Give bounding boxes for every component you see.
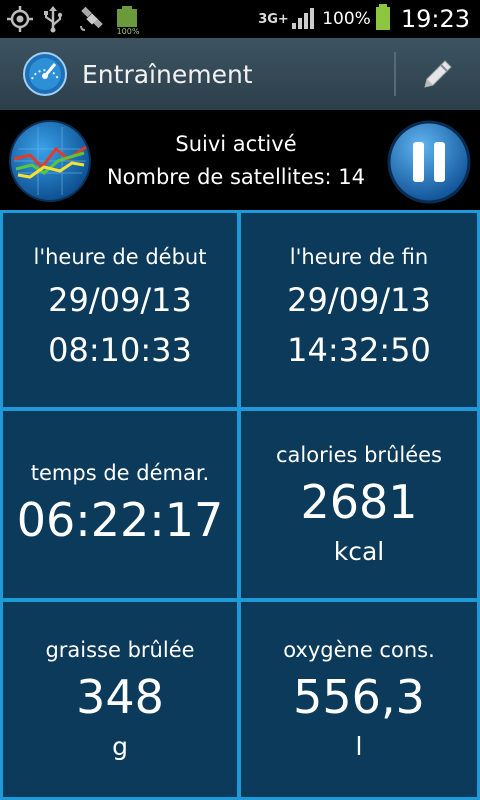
oxygen-unit: l: [355, 732, 363, 761]
battery-small-label: 100%: [116, 27, 140, 36]
calories-label: calories brûlées: [276, 443, 442, 467]
chart-icon: [9, 120, 91, 202]
start-date-value: 29/09/13: [48, 281, 192, 319]
battery-icon: 100%: [114, 5, 142, 36]
network-type: 3G+: [258, 11, 289, 27]
speedometer-icon[interactable]: [22, 51, 68, 97]
end-time-value: 14:32:50: [287, 331, 431, 369]
usb-icon: [42, 5, 70, 33]
fat-label: graisse brûlée: [45, 638, 195, 662]
tracking-panel: Suivi activé Nombre de satellites: 14: [0, 110, 480, 210]
edit-button[interactable]: [414, 52, 460, 98]
chart-button[interactable]: [8, 119, 92, 203]
gps-icon: [6, 5, 34, 33]
action-bar: Entraînement: [0, 38, 480, 110]
end-time-label: l'heure de fin: [289, 245, 429, 269]
satellite-icon: [78, 5, 106, 33]
pause-button[interactable]: [386, 119, 472, 205]
oxygen-value: 556,3: [293, 670, 425, 724]
start-time-tile: l'heure de début 29/09/13 08:10:33: [3, 213, 237, 407]
calories-unit: kcal: [333, 537, 385, 566]
duration-value: 06:22:17: [16, 492, 224, 547]
satellite-count: Nombre de satellites: 14: [106, 165, 366, 189]
pencil-icon: [424, 60, 452, 88]
clock: 19:23: [400, 5, 470, 33]
status-bar: 100% 3G+ 100% 19:23: [0, 0, 480, 38]
oxygen-tile: oxygène cons. 556,3 l: [241, 602, 477, 797]
oxygen-label: oxygène cons.: [283, 638, 435, 662]
calories-value: 2681: [300, 475, 418, 529]
page-title: Entraînement: [82, 59, 253, 89]
signal-icon: [290, 5, 318, 33]
start-time-label: l'heure de début: [33, 245, 207, 269]
start-time-value: 08:10:33: [48, 331, 192, 369]
fat-value: 348: [76, 670, 164, 724]
tracking-status: Suivi activé: [175, 132, 297, 156]
end-time-tile: l'heure de fin 29/09/13 14:32:50: [241, 213, 477, 407]
fat-unit: g: [112, 732, 128, 761]
action-bar-divider: [394, 52, 396, 96]
calories-tile: calories brûlées 2681 kcal: [241, 411, 477, 598]
fat-tile: graisse brûlée 348 g: [3, 602, 237, 797]
battery-percent: 100%: [322, 9, 371, 29]
duration-label: temps de démar.: [30, 460, 210, 485]
battery-status-icon: [375, 3, 391, 35]
end-date-value: 29/09/13: [287, 281, 431, 319]
duration-tile: temps de démar. 06:22:17: [3, 411, 237, 598]
stats-grid: l'heure de début 29/09/13 08:10:33 l'heu…: [0, 210, 480, 800]
pause-icon: [387, 120, 471, 204]
